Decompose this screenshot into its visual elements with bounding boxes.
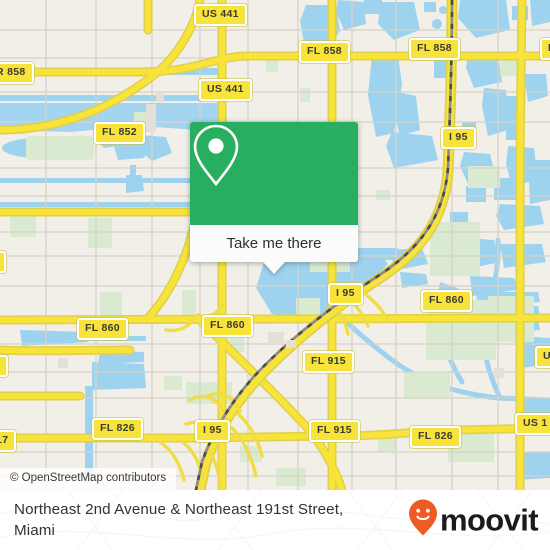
take-me-there-label: Take me there [226,235,322,252]
footer-bar: Northeast 2nd Avenue & Northeast 191st S… [0,490,550,550]
road-shield: FL 915 [309,420,360,442]
road-shield: FL 858 [299,41,350,63]
road-shield: US 1 [515,413,550,435]
road-shield: FL 860 [77,318,128,340]
road-shield: FL 915 [303,351,354,373]
road-shield: FL 858 [409,38,460,60]
road-shield: FL 860 [421,290,472,312]
road-shield: FL 852 [94,122,145,144]
road-shield: US [535,346,550,368]
popup-image-area [190,122,358,225]
road-shield: F [540,38,550,60]
road-shield: 817 [0,430,17,452]
osm-attribution[interactable]: © OpenStreetMap contributors [0,467,177,490]
moovit-logo[interactable]: moovit [408,499,539,542]
moovit-pin-icon [408,499,438,542]
moovit-wordmark: moovit [439,502,539,538]
road-shield: US 441 [194,4,247,26]
map-canvas[interactable]: US 441FL 858FL 858R 858US 441FL 852I 957… [0,0,550,490]
road-shield: FL 826 [92,418,143,440]
road-shield: -17 [0,355,9,377]
road-shield: I 95 [328,283,363,305]
road-shield: 17 [0,251,7,273]
popup-pointer [263,262,285,274]
road-shield: I 95 [441,127,476,149]
location-title: Northeast 2nd Avenue & Northeast 191st S… [14,501,344,539]
road-shield: FL 826 [410,426,461,448]
popup-action-bar[interactable]: Take me there [190,225,358,262]
road-shield: R 858 [0,62,34,84]
map-screenshot: US 441FL 858FL 858R 858US 441FL 852I 957… [0,0,550,550]
road-shield: I 95 [195,420,230,442]
road-shield: FL 860 [202,315,253,337]
location-popup[interactable]: Take me there [190,122,358,274]
road-shield: US 441 [199,79,252,101]
